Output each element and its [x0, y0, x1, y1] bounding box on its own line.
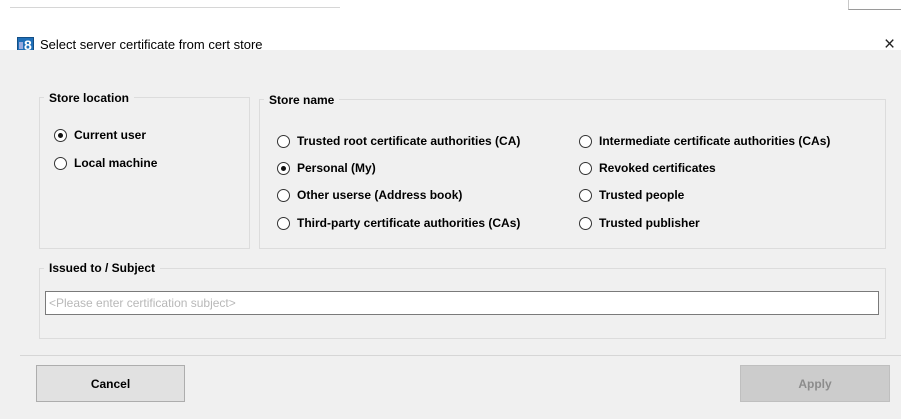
- radio-local-machine[interactable]: Local machine: [54, 154, 157, 172]
- dialog-client-area: Store location Current user Local machin…: [0, 50, 901, 419]
- radio-trusted-publisher-indicator[interactable]: [579, 216, 592, 230]
- title-bar: 8 Select server certificate from cert st…: [0, 14, 901, 55]
- radio-revoked-certificates[interactable]: Revoked certificates: [579, 159, 716, 177]
- radio-intermediate-ca[interactable]: Intermediate certificate authorities (CA…: [579, 132, 830, 150]
- subject-input[interactable]: [45, 291, 879, 315]
- background-window-strip: [0, 0, 901, 14]
- radio-current-user-indicator[interactable]: [54, 128, 67, 142]
- radio-trusted-root-ca-label: Trusted root certificate authorities (CA…: [297, 134, 521, 148]
- radio-third-party-ca-label: Third-party certificate authorities (CAs…: [297, 216, 521, 230]
- radio-trusted-publisher-label: Trusted publisher: [599, 216, 700, 230]
- radio-trusted-people-label: Trusted people: [599, 188, 685, 202]
- radio-revoked-certificates-label: Revoked certificates: [599, 161, 716, 175]
- radio-local-machine-indicator[interactable]: [54, 156, 67, 170]
- background-window-edge: [848, 0, 901, 10]
- radio-personal-indicator[interactable]: [277, 161, 290, 175]
- radio-local-machine-label: Local machine: [74, 156, 158, 170]
- radio-current-user[interactable]: Current user: [54, 126, 146, 144]
- radio-other-users[interactable]: Other userse (Address book): [277, 186, 462, 204]
- app-icon-mark: [19, 42, 23, 49]
- cancel-button[interactable]: Cancel: [36, 365, 185, 402]
- radio-other-users-indicator[interactable]: [277, 188, 290, 202]
- radio-third-party-ca-indicator[interactable]: [277, 216, 290, 230]
- radio-current-user-label: Current user: [74, 128, 147, 142]
- subject-legend: Issued to / Subject: [44, 260, 161, 276]
- radio-trusted-root-ca[interactable]: Trusted root certificate authorities (CA…: [277, 132, 520, 150]
- radio-other-users-label: Other userse (Address book): [297, 188, 463, 202]
- radio-intermediate-ca-indicator[interactable]: [579, 134, 592, 148]
- radio-trusted-people-indicator[interactable]: [579, 188, 592, 202]
- button-separator: [20, 355, 901, 356]
- store-name-legend: Store name: [264, 92, 340, 108]
- radio-personal-label: Personal (My): [297, 161, 376, 175]
- radio-third-party-ca[interactable]: Third-party certificate authorities (CAs…: [277, 214, 520, 232]
- radio-trusted-root-ca-indicator[interactable]: [277, 134, 290, 148]
- store-location-legend: Store location: [44, 90, 135, 106]
- apply-button[interactable]: Apply: [740, 365, 890, 402]
- store-location-group: [39, 97, 250, 249]
- background-window-edge: [10, 0, 340, 8]
- radio-revoked-certificates-indicator[interactable]: [579, 161, 592, 175]
- radio-trusted-people[interactable]: Trusted people: [579, 186, 684, 204]
- radio-intermediate-ca-label: Intermediate certificate authorities (CA…: [599, 134, 831, 148]
- radio-personal[interactable]: Personal (My): [277, 159, 376, 177]
- radio-trusted-publisher[interactable]: Trusted publisher: [579, 214, 700, 232]
